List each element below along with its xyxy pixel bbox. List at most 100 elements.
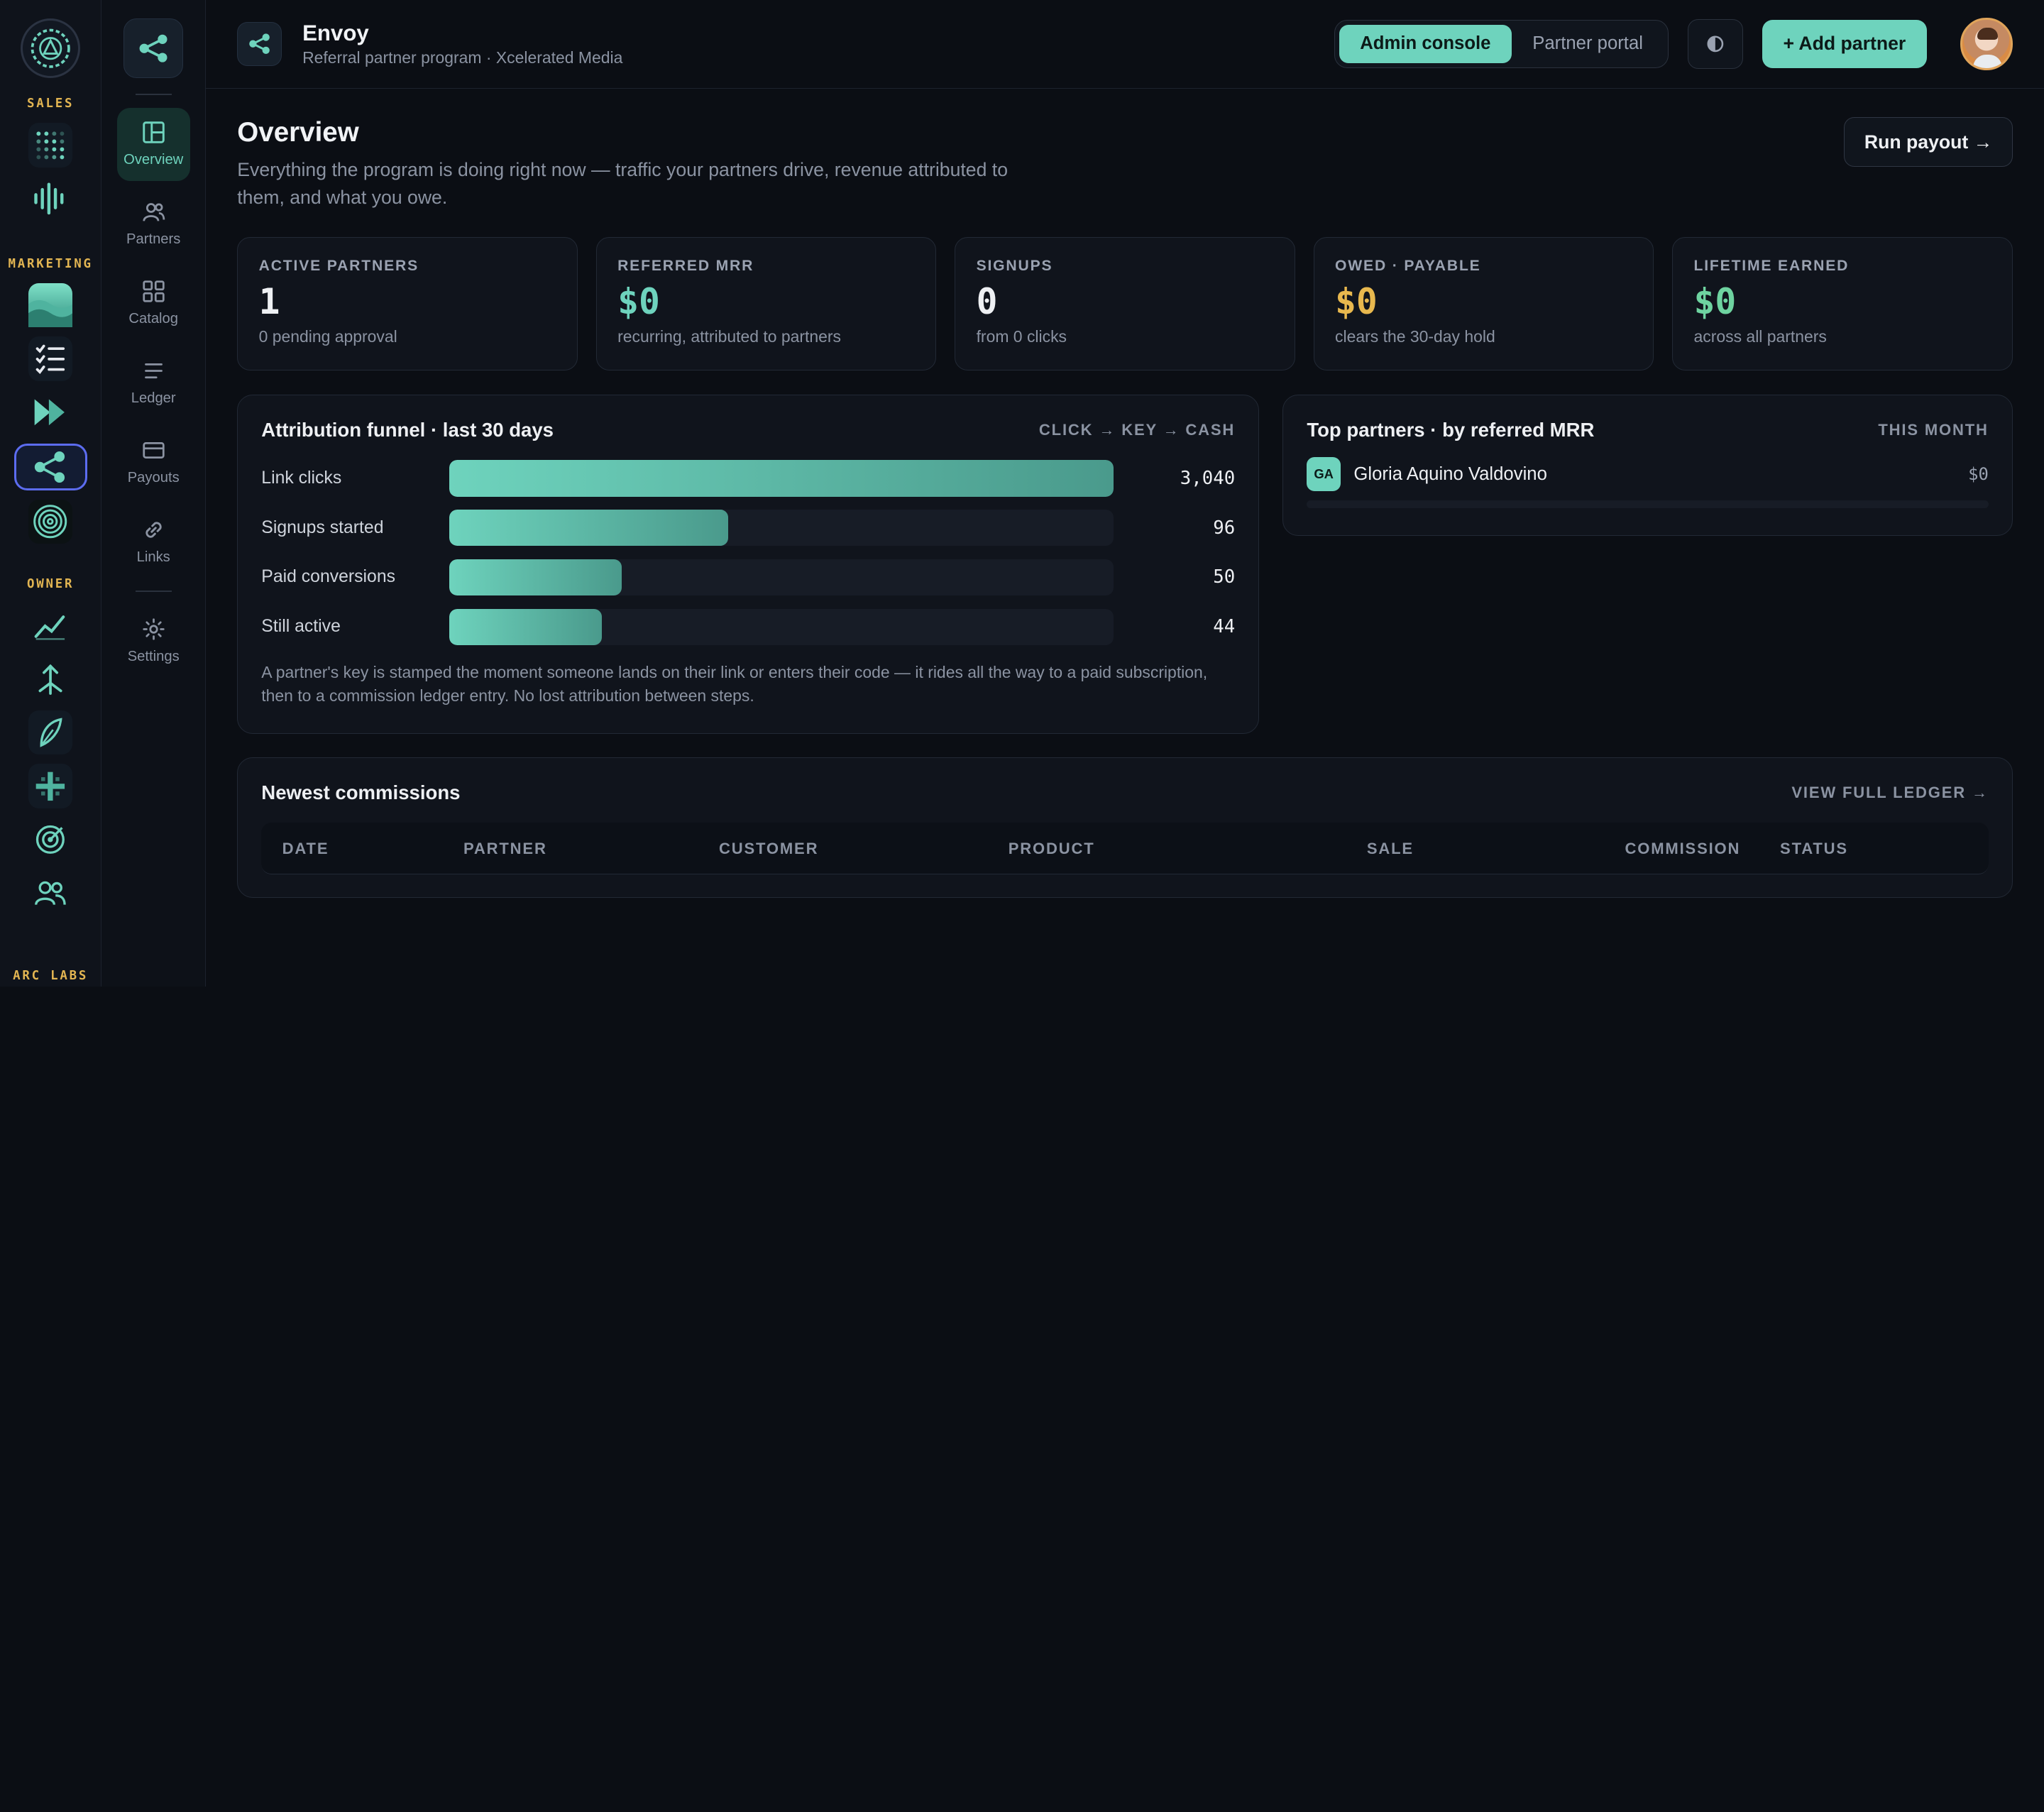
funnel-row-label: Link clicks [261,468,342,488]
funnel-meta: CLICK → KEY → CASH [1038,421,1236,439]
sidebar-item-label: Catalog [128,311,178,327]
stat-label: REFERRED MRR [617,257,754,274]
app-brand: Envoy Referral partner program · Xcelera… [302,21,622,68]
sidebar-item-catalog[interactable]: Catalog [117,267,190,340]
funnel-row-label: Still active [261,617,341,637]
column-customer[interactable]: CUSTOMER [719,840,818,858]
funnel-bar [449,509,729,547]
stat-note: 0 pending approval [258,327,397,346]
sidebar-divider [135,94,172,96]
sidebar-item-payouts[interactable]: Payouts [117,426,190,499]
column-date[interactable]: DATE [282,840,329,858]
funnel-title: Attribution funnel · last 30 days [261,419,554,441]
sidebar-item-ledger[interactable]: Ledger [117,346,190,419]
waves-app-icon[interactable] [28,282,73,328]
run-payout-button[interactable]: Run payout → [1844,117,2013,168]
team-app-icon[interactable] [28,871,72,915]
theme-toggle-button[interactable] [1688,19,1743,69]
funnel-row: Still active 44 [261,608,1236,645]
checklist-app-icon[interactable] [28,336,73,381]
column-partner[interactable]: PARTNER [463,840,547,858]
feather-app-icon[interactable] [28,710,73,755]
funnel-row-label: Signups started [261,517,384,537]
fast-forward-app-icon[interactable] [28,390,72,434]
top-partners-title: Top partners · by referred MRR [1307,419,1595,441]
bullseye-app-icon[interactable] [28,818,72,862]
stat-card-referred-mrr: REFERRED MRR $0 recurring, attributed to… [595,237,937,370]
avatar[interactable] [1960,18,2013,70]
funnel-row-value: 96 [1213,517,1236,539]
sidebar-item-label: Ledger [131,390,176,407]
envoy-app-icon[interactable] [13,443,87,490]
partner-initials: GA [1307,457,1341,492]
link-icon [145,522,162,539]
app-subtitle: Referral partner program · Xcelerated Me… [302,48,623,67]
top-partners-card: Top partners · by referred MRR THIS MONT… [1282,395,2013,536]
funnel-row-label: Paid conversions [261,567,396,587]
app-rail: SALES MARKETING OWNER ARC LABS [0,0,102,987]
sidebar-item-partners[interactable]: Partners [117,187,190,260]
sidebar-item-label: Payouts [127,470,180,486]
funnel-bar [449,608,603,645]
stat-label: OWED · PAYABLE [1335,257,1481,274]
stat-note: across all partners [1693,327,1827,346]
stat-label: LIFETIME EARNED [1693,257,1850,274]
waveform-app-icon[interactable] [28,177,72,221]
view-switcher: Admin console Partner portal [1334,20,1669,68]
app-title: Envoy [302,20,369,45]
sidebar-item-label: Settings [127,648,180,664]
workspace-logo-icon[interactable] [20,18,81,79]
funnel-bar-track [449,608,1114,645]
share-icon[interactable] [123,18,184,79]
branch-arrow-app-icon[interactable] [28,657,72,701]
column-sale[interactable]: SALE [1367,840,1414,858]
dots-app-icon[interactable] [28,123,73,168]
main-area: Envoy Referral partner program · Xcelera… [206,0,2044,987]
column-status[interactable]: STATUS [1780,840,1848,858]
users-icon [143,203,165,222]
page-title: Overview [237,117,359,148]
view-full-ledger-link[interactable]: VIEW FULL LEDGER → [1791,784,1988,802]
tab-partner-portal[interactable]: Partner portal [1512,25,1664,64]
tab-admin-console[interactable]: Admin console [1339,24,1512,64]
stat-card-lifetime-earned: LIFETIME EARNED $0 across all partners [1672,237,2013,370]
stat-label: ACTIVE PARTNERS [258,257,419,274]
funnel-footnote: A partner's key is stamped the moment so… [261,662,1208,705]
pixel-grid-app-icon[interactable] [28,764,73,808]
stat-cards: ACTIVE PARTNERS 1 0 pending approval REF… [237,237,2013,370]
trend-chart-app-icon[interactable] [28,603,72,647]
stat-label: SIGNUPS [976,257,1053,274]
column-commission[interactable]: COMMISSION [1625,840,1740,858]
top-bar: Envoy Referral partner program · Xcelera… [206,0,2044,89]
stat-value: $0 [1335,280,1378,322]
stat-card-owed-payable: OWED · PAYABLE $0 clears the 30-day hold [1313,237,1654,370]
grid-icon [143,280,165,302]
sidebar-item-overview[interactable]: Overview [116,108,190,182]
module-sidebar: Overview Partners Catalog Ledger Payouts [101,0,207,987]
avatar-hair [1977,28,1998,40]
sidebar-item-settings[interactable]: Settings [117,605,190,678]
card-icon [143,442,165,459]
funnel-bar [449,559,622,596]
funnel-bar-track [449,460,1114,497]
contrast-icon [1707,35,1724,53]
page-description: Everything the program is doing right no… [237,159,1009,208]
target-rings-app-icon[interactable] [28,499,73,544]
rail-footer-label: ARC LABS [13,968,89,983]
list-item[interactable]: GA Gloria Aquino Valdovino $0 [1307,457,1989,492]
funnel-row-value: 44 [1213,616,1236,638]
partner-amount: $0 [1968,464,1989,485]
newest-commissions-card: Newest commissions VIEW FULL LEDGER → DA… [237,757,2013,899]
column-product[interactable]: PRODUCT [1009,840,1095,858]
commissions-title: Newest commissions [261,781,461,804]
stat-note: clears the 30-day hold [1335,327,1495,346]
envoy-share-icon [237,21,282,67]
stat-value: 0 [976,280,998,322]
partner-share-bar [1307,500,1989,509]
funnel-row: Link clicks 3,040 [261,460,1235,497]
add-partner-button[interactable]: + Add partner [1762,20,1927,68]
funnel-bar [449,460,1114,497]
sidebar-item-links[interactable]: Links [117,505,190,578]
rail-section-sales: SALES [26,96,75,111]
funnel-row: Paid conversions 50 [261,559,1235,596]
